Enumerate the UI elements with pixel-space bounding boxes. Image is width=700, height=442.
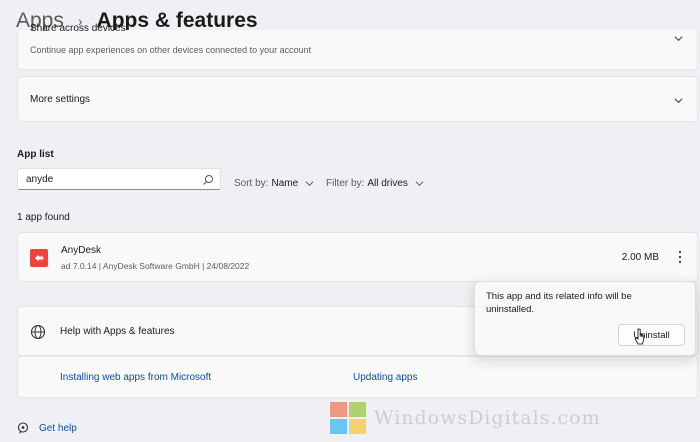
chevron-down-icon [415,181,424,187]
search-icon[interactable] [202,174,214,186]
mouse-pointer-icon [634,328,645,345]
share-across-devices-card[interactable]: Share across devices Continue app experi… [17,23,698,70]
sort-value: Name [271,178,299,189]
windows-logo-icon [330,402,366,434]
apps-found-count: 1 app found [17,212,70,223]
more-options-icon[interactable] [677,249,683,265]
more-settings-label: More settings [30,94,91,105]
uninstall-confirm-popup: This app and its related info will be un… [474,281,696,356]
app-meta: ad 7.0.14 | AnyDesk Software GmbH | 24/0… [61,261,250,271]
help-chat-icon [17,422,29,434]
app-name: AnyDesk [61,245,102,256]
more-settings-card[interactable]: More settings [17,76,698,122]
search-input[interactable]: anyde [17,168,221,190]
app-size: 2.00 MB [621,252,659,263]
sort-dropdown[interactable]: Sort by: Name [234,178,314,189]
app-row-anydesk[interactable]: AnyDesk ad 7.0.14 | AnyDesk Software Gmb… [17,232,698,282]
share-card-subtitle: Continue app experiences on other device… [30,45,312,55]
chevron-down-icon[interactable] [674,34,683,43]
link-installing-web-apps[interactable]: Installing web apps from Microsoft [60,372,211,383]
uninstall-message: This app and its related info will be un… [486,291,632,315]
app-list-label: App list [17,149,54,160]
help-title: Help with Apps & features [60,326,175,337]
help-links-card: Installing web apps from Microsoft Updat… [17,356,698,398]
filter-dropdown[interactable]: Filter by: All drives [326,178,424,189]
chevron-down-icon [305,181,314,187]
sort-label: Sort by: [234,178,269,189]
chevron-down-icon[interactable] [674,96,683,105]
globe-icon [30,324,46,340]
uninstall-button[interactable]: Uninstall [618,324,685,346]
get-help-link[interactable]: Get help [17,422,77,434]
search-value: anyde [26,174,54,185]
watermark: WindowsDigitals.com [330,402,601,434]
watermark-text: WindowsDigitals.com [374,407,601,429]
filter-value: All drives [367,178,408,189]
get-help-label: Get help [39,422,77,434]
link-updating-apps[interactable]: Updating apps [353,372,418,383]
anydesk-logo-icon [30,249,48,267]
share-card-title: Share across devices [30,23,126,34]
filter-label: Filter by: [326,178,365,189]
